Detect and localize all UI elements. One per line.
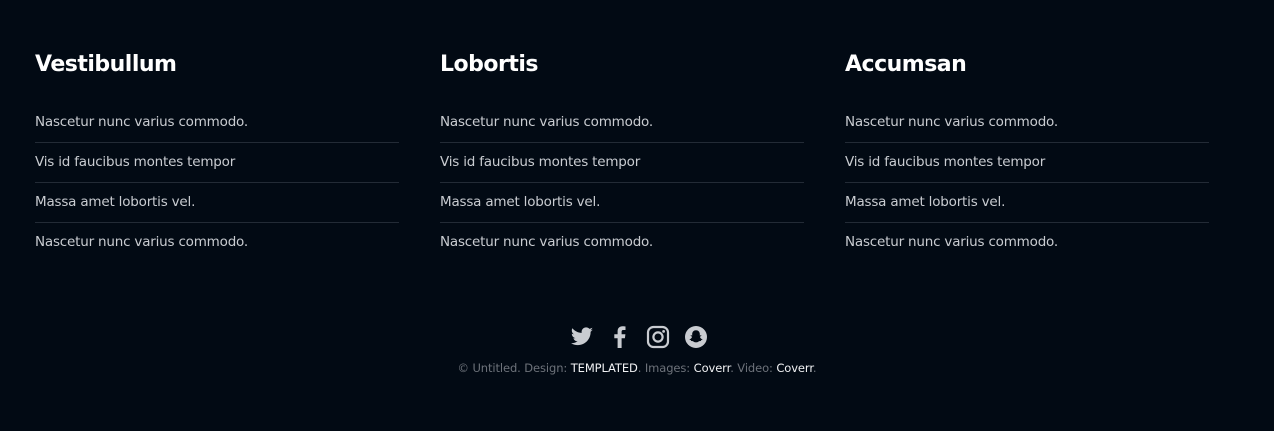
copyright-suffix: . [812,361,817,375]
facebook-icon[interactable] [608,325,632,349]
list-item[interactable]: Nascetur nunc varius commodo. [845,222,1209,262]
column-heading: Accumsan [845,52,967,77]
footer-column-vestibullum: Vestibullum Nascetur nunc varius commodo… [35,50,399,262]
list-item[interactable]: Nascetur nunc varius commodo. [845,103,1209,142]
list-item[interactable]: Massa amet lobortis vel. [845,182,1209,222]
coverr-images-link[interactable]: Coverr [694,361,731,375]
list-item[interactable]: Massa amet lobortis vel. [35,182,399,222]
images-text: . Images: [637,361,694,375]
footer-column-accumsan: Accumsan Nascetur nunc varius commodo. V… [845,50,1209,262]
coverr-video-link[interactable]: Coverr [776,361,813,375]
list-item[interactable]: Nascetur nunc varius commodo. [35,103,399,142]
list-item[interactable]: Vis id faucibus montes tempor [35,142,399,182]
column-heading: Vestibullum [35,52,177,77]
link-list: Nascetur nunc varius commodo. Vis id fau… [845,103,1209,262]
list-item[interactable]: Nascetur nunc varius commodo. [35,222,399,262]
copyright: © Untitled. Design: TEMPLATED. Images: C… [0,361,1274,375]
social-icons [0,325,1274,353]
column-heading: Lobortis [440,52,539,77]
footer: Vestibullum Nascetur nunc varius commodo… [0,0,1274,431]
list-item[interactable]: Nascetur nunc varius commodo. [440,222,804,262]
copyright-prefix: © Untitled. Design: [457,361,571,375]
link-list: Nascetur nunc varius commodo. Vis id fau… [440,103,804,262]
templated-link[interactable]: TEMPLATED [571,361,638,375]
instagram-icon[interactable] [646,325,670,349]
footer-column-lobortis: Lobortis Nascetur nunc varius commodo. V… [440,50,804,262]
twitter-icon[interactable] [570,325,594,349]
snapchat-icon[interactable] [684,325,708,349]
list-item[interactable]: Vis id faucibus montes tempor [845,142,1209,182]
list-item[interactable]: Vis id faucibus montes tempor [440,142,804,182]
list-item[interactable]: Nascetur nunc varius commodo. [440,103,804,142]
list-item[interactable]: Massa amet lobortis vel. [440,182,804,222]
link-list: Nascetur nunc varius commodo. Vis id fau… [35,103,399,262]
video-text: . Video: [730,361,777,375]
